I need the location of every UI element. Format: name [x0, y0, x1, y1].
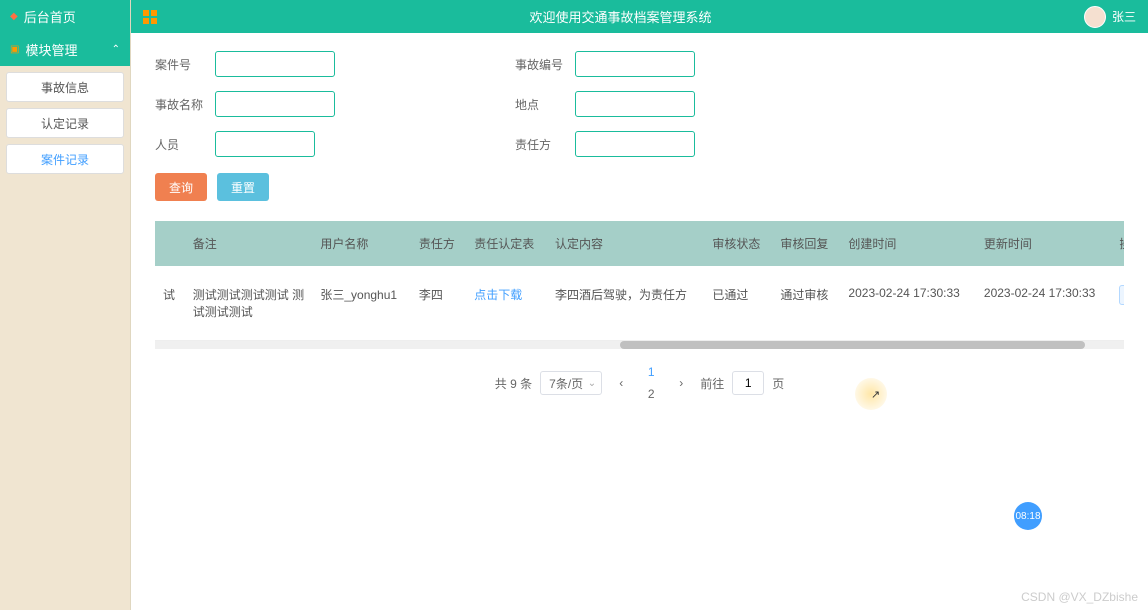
sidebar-item-2[interactable]: 案件记录	[6, 144, 124, 174]
table-header: 用户名称	[312, 221, 411, 266]
page-numbers: 12	[640, 361, 662, 405]
query-button[interactable]: 查询	[155, 173, 207, 201]
form-row-1: 事故编号	[515, 51, 855, 77]
table-cell: 张三_yonghu1	[312, 266, 411, 341]
table-header: 创建时间	[840, 221, 975, 266]
sidebar-home[interactable]: ◆ 后台首页	[0, 0, 130, 33]
avatar	[1084, 6, 1106, 28]
reset-button[interactable]: 重置	[217, 173, 269, 201]
chevron-up-icon: ⌃	[112, 44, 120, 55]
form-label: 人员	[155, 136, 215, 153]
main-area: 欢迎使用交通事故档案管理系统 张三 案件号事故编号事故名称地点人员责任方 查询 …	[131, 0, 1148, 610]
next-page[interactable]: ›	[670, 372, 692, 394]
form-row-5: 责任方	[515, 131, 855, 157]
form-row-4: 人员	[155, 131, 495, 157]
form-row-0: 案件号	[155, 51, 495, 77]
page-title: 欢迎使用交通事故档案管理系统	[157, 7, 1084, 26]
page-num-1[interactable]: 1	[640, 361, 662, 383]
form-row-2: 事故名称	[155, 91, 495, 117]
table-header: 认定内容	[547, 221, 704, 266]
table-header	[155, 221, 185, 266]
h-scrollbar-thumb[interactable]	[620, 341, 1085, 349]
h-scrollbar[interactable]	[155, 341, 1124, 349]
page-size-select[interactable]: 7条/页	[540, 371, 602, 395]
form-input-5[interactable]	[575, 131, 695, 157]
form-label: 事故编号	[515, 56, 575, 73]
sidebar-home-label: 后台首页	[24, 7, 76, 26]
detail-button[interactable]: 详	[1119, 285, 1124, 305]
table-cell: 试	[155, 266, 185, 341]
jump-suffix: 页	[772, 375, 784, 392]
sidebar-module-label: 模块管理	[25, 40, 77, 59]
table-cell: 已通过	[704, 266, 772, 341]
sidebar-items: 事故信息认定记录案件记录	[0, 66, 130, 186]
pagination: 共 9 条 7条/页 ‹ 12 › 前往 页	[155, 349, 1124, 417]
table-cell: 详	[1111, 266, 1124, 341]
user-menu[interactable]: 张三	[1084, 6, 1136, 28]
table-cell: 李四酒后驾驶，为责任方	[547, 266, 704, 341]
form-input-0[interactable]	[215, 51, 335, 77]
prev-page[interactable]: ‹	[610, 372, 632, 394]
sidebar-module-toggle[interactable]: ▣ 模块管理 ⌃	[0, 33, 130, 66]
home-icon: ◆	[10, 11, 18, 22]
sidebar-item-0[interactable]: 事故信息	[6, 72, 124, 102]
table-wrapper: 备注用户名称责任方责任认定表认定内容审核状态审核回复创建时间更新时间操作 试测试…	[155, 221, 1124, 349]
table-header-row: 备注用户名称责任方责任认定表认定内容审核状态审核回复创建时间更新时间操作	[155, 221, 1124, 266]
page-num-2[interactable]: 2	[640, 383, 662, 405]
form-input-3[interactable]	[575, 91, 695, 117]
search-form: 案件号 事故编号事故名称 地点人员 责任方	[155, 51, 1124, 157]
table-cell: 点击下载	[466, 266, 547, 341]
table-header: 操作	[1111, 221, 1124, 266]
form-input-4[interactable]	[215, 131, 315, 157]
table-body: 试测试测试测试测试 测试测试测试张三_yonghu1李四点击下载 李四酒后驾驶，为…	[155, 266, 1124, 341]
total-label: 共 9 条	[495, 375, 532, 392]
table-header: 责任认定表	[466, 221, 547, 266]
page-jump-input[interactable]	[732, 371, 764, 395]
sidebar: ◆ 后台首页 ▣ 模块管理 ⌃ 事故信息认定记录案件记录	[0, 0, 131, 610]
table-row: 试测试测试测试测试 测试测试测试张三_yonghu1李四点击下载 李四酒后驾驶，为…	[155, 266, 1124, 341]
jump-label: 前往	[700, 375, 724, 392]
form-input-2[interactable]	[215, 91, 335, 117]
table-cell: 通过审核	[772, 266, 840, 341]
table-cell: 2023-02-24 17:30:33	[840, 266, 975, 341]
module-icon: ▣	[10, 44, 19, 55]
table-cell: 李四	[411, 266, 466, 341]
username-label: 张三	[1112, 8, 1136, 25]
sidebar-item-1[interactable]: 认定记录	[6, 108, 124, 138]
table-cell: 测试测试测试测试 测试测试测试	[185, 266, 313, 341]
form-label: 案件号	[155, 56, 215, 73]
form-label: 责任方	[515, 136, 575, 153]
form-input-1[interactable]	[575, 51, 695, 77]
grid-icon[interactable]	[143, 10, 157, 24]
form-label: 地点	[515, 96, 575, 113]
topbar: 欢迎使用交通事故档案管理系统 张三	[131, 0, 1148, 33]
table-header: 备注	[185, 221, 313, 266]
table-header: 更新时间	[976, 221, 1111, 266]
table-header: 审核状态	[704, 221, 772, 266]
table-header: 审核回复	[772, 221, 840, 266]
data-table: 备注用户名称责任方责任认定表认定内容审核状态审核回复创建时间更新时间操作 试测试…	[155, 221, 1124, 341]
float-badge[interactable]: 08:18	[1014, 502, 1042, 530]
watermark: CSDN @VX_DZbishe	[1021, 590, 1138, 604]
download-link[interactable]: 点击下载	[474, 288, 522, 302]
form-label: 事故名称	[155, 96, 215, 113]
table-header: 责任方	[411, 221, 466, 266]
table-cell: 2023-02-24 17:30:33	[976, 266, 1111, 341]
form-row-3: 地点	[515, 91, 855, 117]
